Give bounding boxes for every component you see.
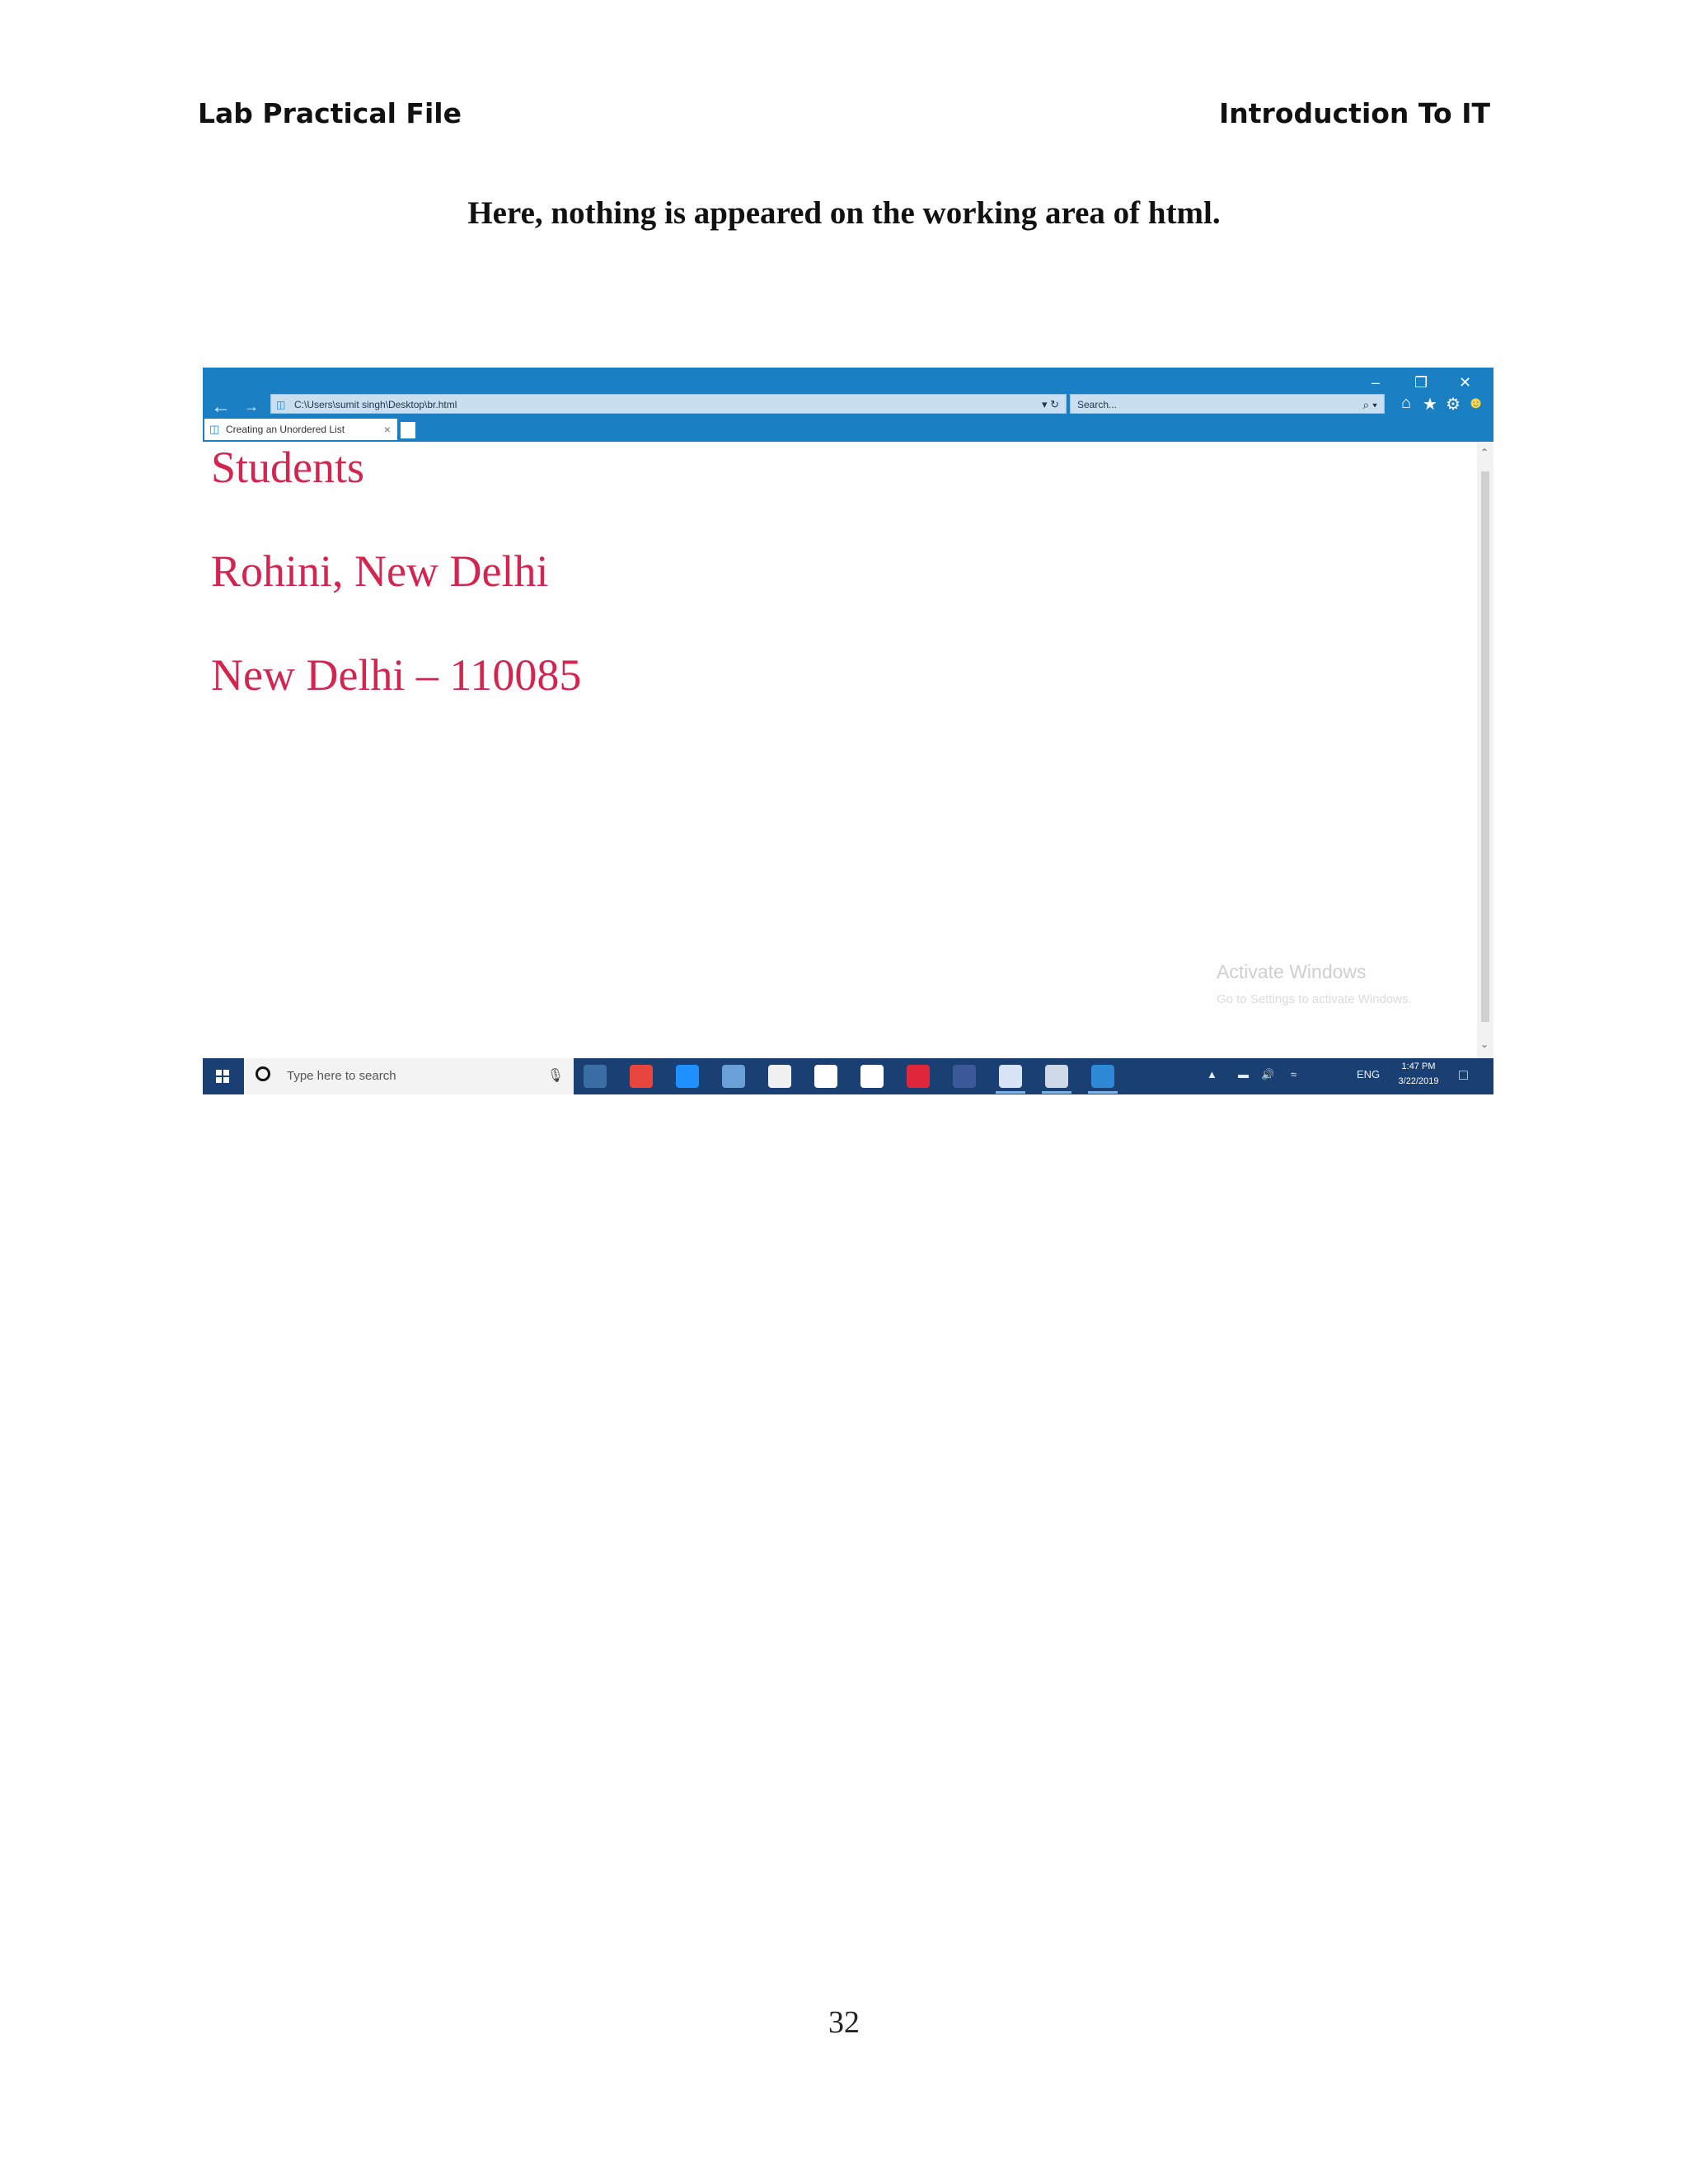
taskbar-active-indicator <box>1042 1091 1071 1094</box>
page-number: 32 <box>828 2005 860 2040</box>
network-icon[interactable]: ▲ <box>1207 1068 1217 1080</box>
address-text: C:\Users\sumit singh\Desktop\br.html <box>294 399 457 410</box>
vertical-scrollbar[interactable]: ⌃ ⌄ <box>1477 442 1493 1058</box>
taskbar-app-icon[interactable] <box>953 1065 976 1088</box>
taskbar-search-placeholder: Type here to search <box>287 1069 396 1083</box>
tab-close-icon[interactable]: × <box>384 419 391 440</box>
language-indicator[interactable]: ENG <box>1357 1068 1380 1080</box>
taskbar-app-icon[interactable] <box>1091 1065 1114 1088</box>
taskbar-app-icon[interactable] <box>1045 1065 1068 1088</box>
notification-icon[interactable]: □ <box>1459 1066 1468 1084</box>
clock-time[interactable]: 1:47 PM <box>1390 1062 1447 1071</box>
scroll-thumb[interactable] <box>1481 471 1489 1022</box>
star-icon[interactable]: ★ <box>1423 394 1437 415</box>
header-left: Lab Practical File <box>198 97 462 129</box>
content-line-1: Students <box>211 443 365 492</box>
ie-tab-icon: ◫ <box>209 423 220 435</box>
content-line-2: Rohini, New Delhi <box>211 546 549 596</box>
refresh-icon[interactable]: ▾ ↻ <box>1042 395 1059 413</box>
wifi-icon[interactable]: ≈ <box>1291 1068 1296 1080</box>
taskbar-app-icon[interactable] <box>584 1065 607 1088</box>
gear-icon[interactable]: ⚙ <box>1446 394 1461 415</box>
tab-creating-list[interactable]: ◫ Creating an Unordered List × <box>204 419 397 440</box>
volume-icon[interactable]: 🔊 <box>1261 1068 1274 1081</box>
smiley-icon[interactable]: ☻ <box>1467 394 1484 413</box>
restore-button[interactable]: ❐ <box>1414 374 1428 391</box>
browser-screenshot: – ❐ ✕ ← → ◫ C:\Users\sumit singh\Desktop… <box>203 368 1493 1094</box>
page-icon: ◫ <box>276 399 286 410</box>
search-box[interactable]: Search... ⌕ ▾ <box>1070 394 1385 414</box>
taskbar-app-icon[interactable] <box>907 1065 930 1088</box>
microphone-icon[interactable]: 🎙 <box>547 1058 564 1094</box>
battery-icon[interactable]: ▬ <box>1238 1068 1249 1080</box>
taskbar-app-icon[interactable] <box>676 1065 699 1088</box>
back-arrow-icon[interactable]: ← <box>211 396 231 419</box>
scroll-up-icon[interactable]: ⌃ <box>1480 447 1489 458</box>
clock-date[interactable]: 3/22/2019 <box>1390 1076 1447 1086</box>
caption: Here, nothing is appeared on the working… <box>467 195 1221 231</box>
windows-logo-icon <box>216 1070 229 1083</box>
activate-windows-sub: Go to Settings to activate Windows. <box>1217 992 1412 1006</box>
forward-arrow-icon[interactable]: → <box>244 398 259 415</box>
page-content: Students Rohini, New Delhi New Delhi – 1… <box>203 442 1477 1058</box>
tab-title: Creating an Unordered List <box>226 424 345 435</box>
taskbar-app-icon[interactable] <box>814 1065 837 1088</box>
taskbar-search[interactable]: Type here to search 🎙 <box>244 1058 574 1094</box>
taskbar-active-indicator <box>996 1091 1025 1094</box>
taskbar-app-icon[interactable] <box>999 1065 1022 1088</box>
cortana-icon <box>256 1066 270 1081</box>
taskbar-app-icon[interactable] <box>860 1065 884 1088</box>
scroll-down-icon[interactable]: ⌄ <box>1480 1038 1489 1050</box>
taskbar-active-indicator <box>1088 1091 1118 1094</box>
address-bar[interactable]: ◫ C:\Users\sumit singh\Desktop\br.html ▾… <box>270 394 1067 414</box>
close-button[interactable]: ✕ <box>1459 374 1471 391</box>
new-tab-button[interactable] <box>401 422 415 438</box>
home-icon[interactable]: ⌂ <box>1401 394 1411 413</box>
ie-chrome: – ❐ ✕ ← → ◫ C:\Users\sumit singh\Desktop… <box>203 368 1493 442</box>
taskbar-app-icon[interactable] <box>722 1065 745 1088</box>
content-line-3: New Delhi – 110085 <box>211 650 582 700</box>
activate-windows-title: Activate Windows <box>1217 961 1367 982</box>
taskbar-app-icon[interactable] <box>768 1065 791 1088</box>
search-icon[interactable]: ⌕ ▾ <box>1362 395 1377 415</box>
minimize-button[interactable]: – <box>1372 374 1380 391</box>
taskbar: Type here to search 🎙 ▲ ▬ 🔊 ≈ ENG 1:47 P… <box>203 1058 1493 1094</box>
taskbar-app-icon[interactable] <box>630 1065 653 1088</box>
start-button[interactable] <box>203 1058 242 1094</box>
header-right: Introduction To IT <box>1219 97 1490 129</box>
search-placeholder: Search... <box>1077 399 1118 410</box>
